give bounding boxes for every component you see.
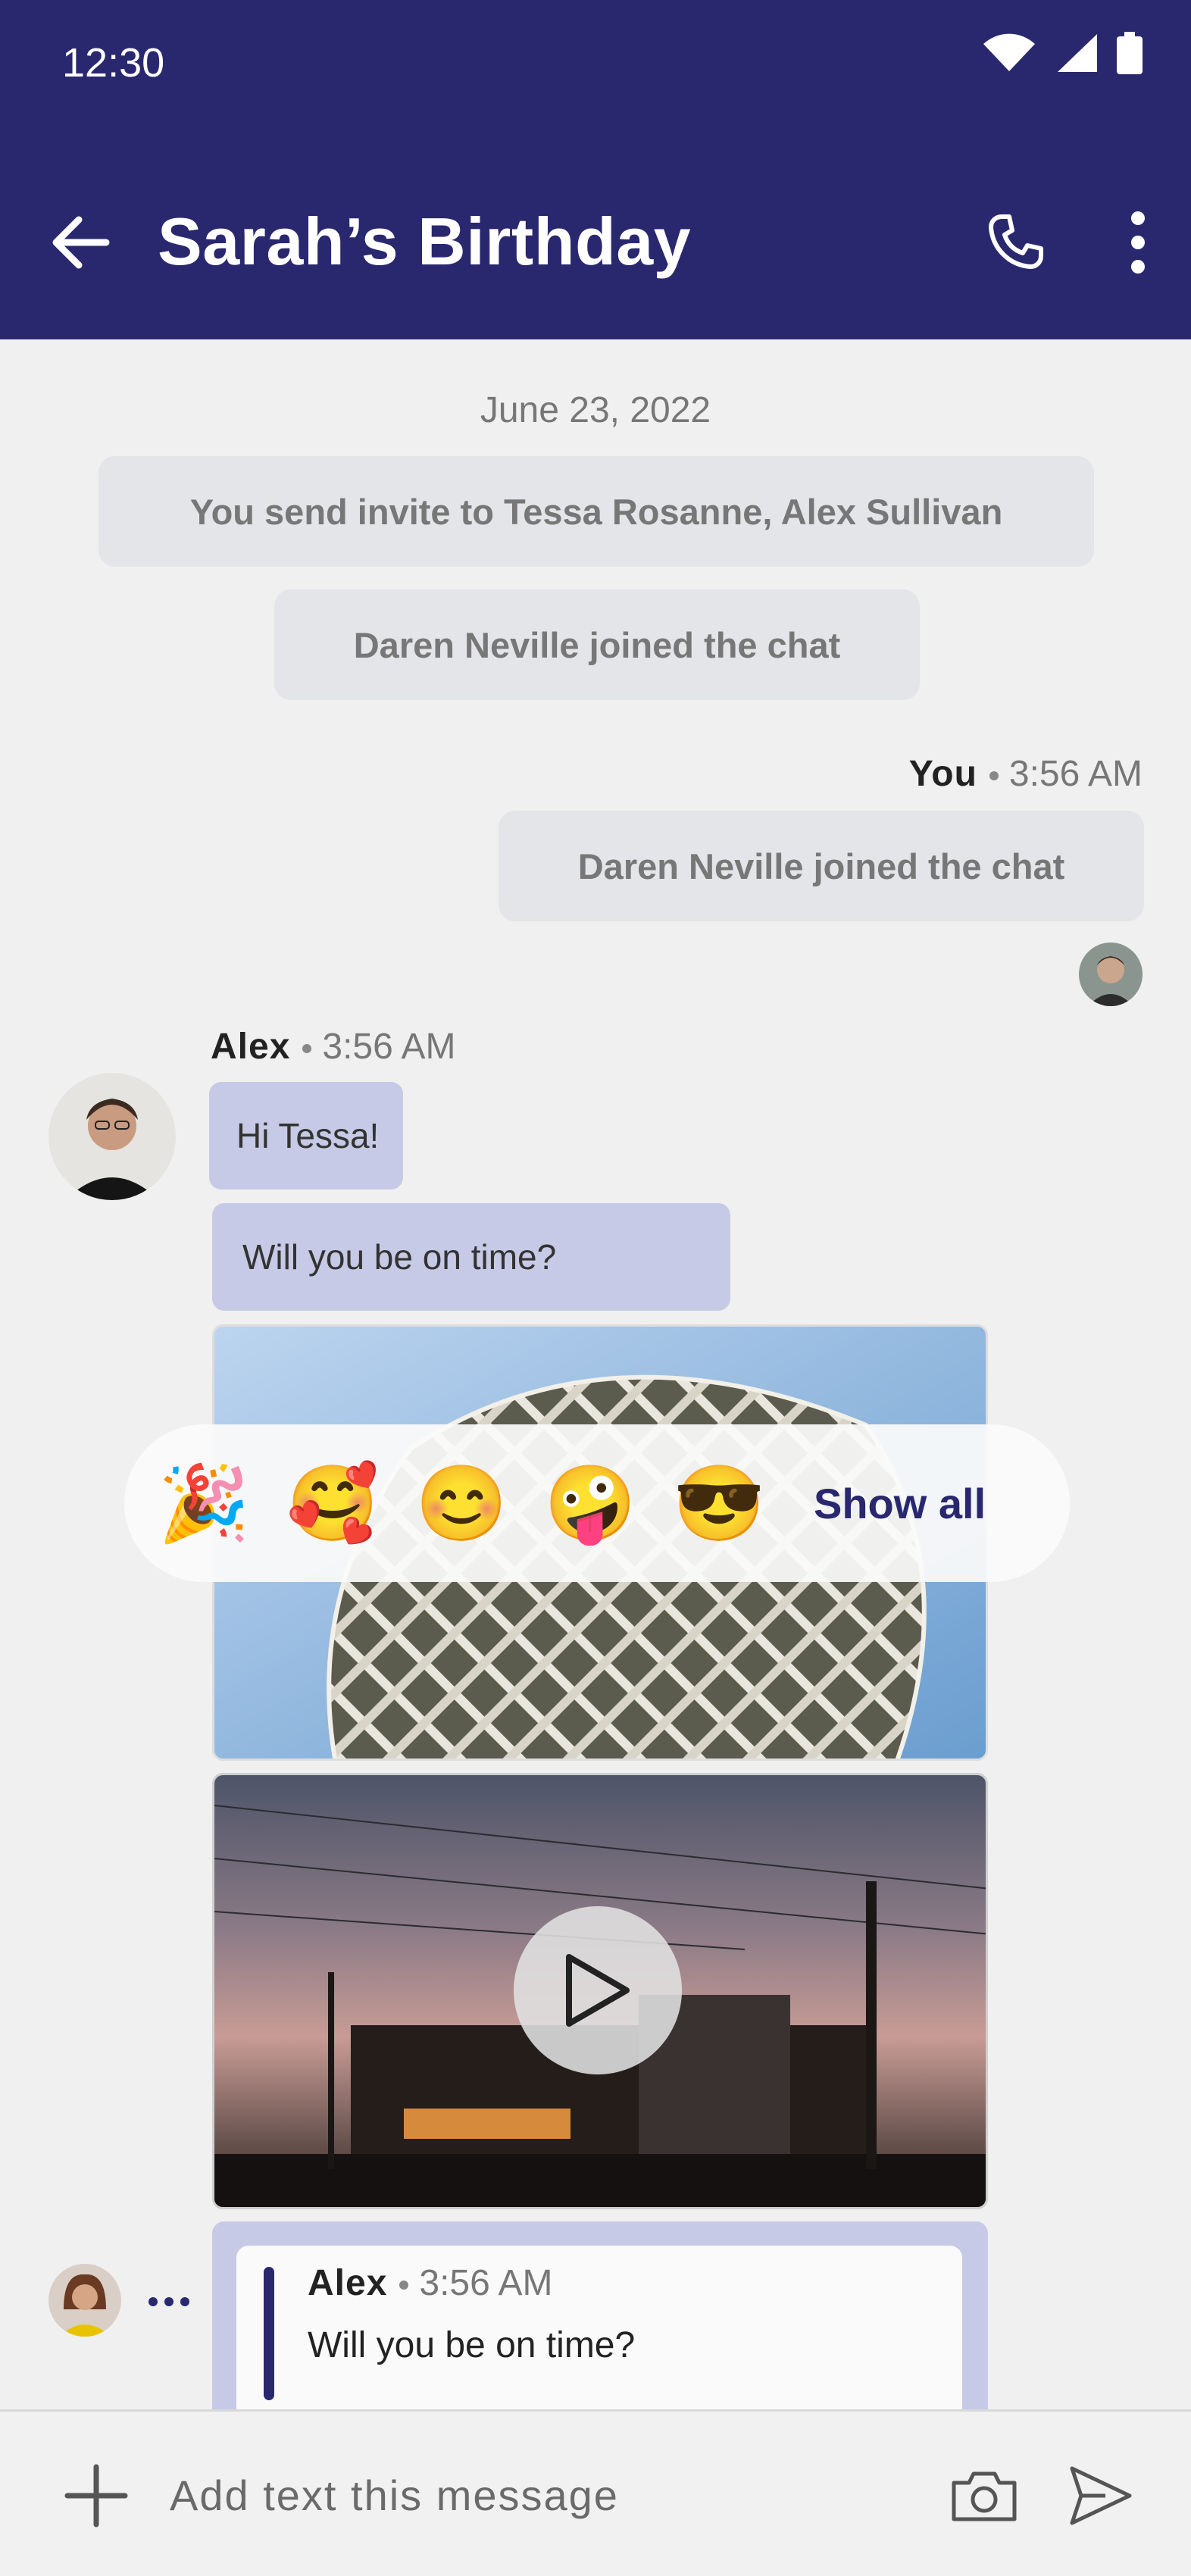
back-button[interactable]	[42, 205, 118, 280]
message-time: 3:56 AM	[1008, 754, 1143, 794]
status-time: 12:30	[62, 40, 165, 86]
emoji-party-popper[interactable]: 🎉	[139, 1424, 268, 1582]
own-message-meta: You 3:56 AM	[909, 753, 1143, 795]
battery-icon	[1117, 32, 1143, 74]
message-time: 3:56 AM	[322, 1027, 456, 1067]
typing-user-avatar[interactable]	[48, 2264, 121, 2337]
play-icon	[566, 1954, 630, 2027]
message-bubble[interactable]: Will you be on time?	[212, 1203, 730, 1311]
emoji-smiling-hearts[interactable]: 🥰	[268, 1424, 397, 1582]
emoji-smiling[interactable]: 😊	[397, 1424, 526, 1582]
send-icon	[1070, 2466, 1132, 2525]
sender-name: Alex	[211, 1027, 291, 1067]
more-vert-icon	[1131, 211, 1145, 274]
plus-icon	[64, 2464, 128, 2528]
wifi-icon	[983, 33, 1035, 71]
system-message: Daren Neville joined the chat	[274, 589, 920, 700]
message-time: 3:56 AM	[419, 2263, 553, 2303]
own-message-bubble[interactable]: Daren Neville joined the chat	[499, 811, 1144, 921]
call-button[interactable]	[977, 205, 1053, 280]
quote-accent-bar	[264, 2267, 274, 2400]
page-title: Sarah’s Birthday	[158, 204, 692, 279]
own-avatar	[1079, 943, 1143, 1006]
reaction-picker: 🎉 🥰 😊 🤪 😎 Show all	[124, 1424, 1070, 1582]
app-header: 12:30 Sarah’s Birthday	[0, 0, 1191, 339]
system-message: You send invite to Tessa Rosanne, Alex S…	[98, 456, 1094, 567]
quoted-message: Alex 3:56 AM Will you be on time?	[236, 2246, 962, 2424]
message-input[interactable]	[170, 2457, 912, 2533]
sender-name: You	[908, 754, 977, 794]
alex-avatar[interactable]	[48, 1073, 176, 1200]
emoji-zany[interactable]: 🤪	[526, 1424, 655, 1582]
camera-icon	[952, 2471, 1017, 2521]
quoted-text: Will you be on time?	[308, 2325, 636, 2365]
play-button[interactable]	[514, 1906, 682, 2074]
phone-icon	[989, 214, 1043, 269]
message-composer	[0, 2409, 1191, 2576]
alex-message-meta: Alex 3:56 AM	[211, 1026, 456, 1068]
reply-message-bubble[interactable]: Alex 3:56 AM Will you be on time?	[212, 2221, 988, 2424]
typing-indicator	[148, 2297, 189, 2306]
quoted-message-meta: Alex 3:56 AM	[308, 2262, 553, 2304]
send-button[interactable]	[1059, 2454, 1143, 2537]
emoji-sunglasses[interactable]: 😎	[655, 1424, 783, 1582]
message-bubble[interactable]: Hi Tessa!	[209, 1082, 403, 1190]
back-arrow-icon	[52, 216, 110, 269]
show-all-reactions-button[interactable]: Show all	[814, 1479, 986, 1528]
date-separator: June 23, 2022	[480, 390, 711, 430]
sender-name: Alex	[308, 2263, 388, 2303]
more-options-button[interactable]	[1100, 205, 1176, 280]
status-icons	[982, 32, 1143, 74]
signal-icon	[1058, 34, 1097, 72]
attach-button[interactable]	[55, 2454, 138, 2537]
camera-button[interactable]	[942, 2454, 1026, 2537]
